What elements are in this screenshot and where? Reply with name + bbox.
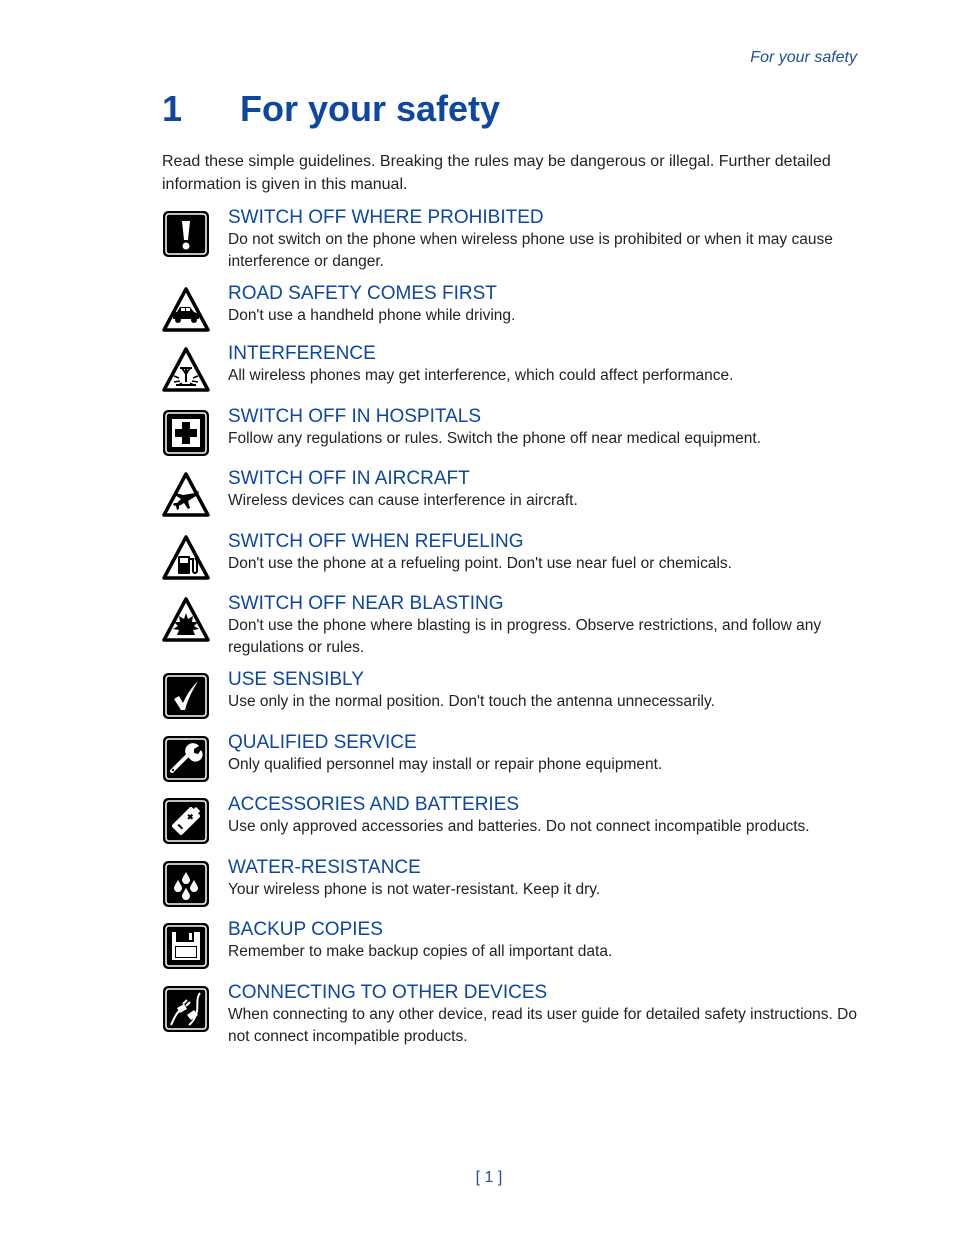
item-title: QUALIFIED SERVICE [228, 732, 417, 753]
chapter-number: 1 [162, 88, 183, 129]
item-description: Remember to make backup copies of all im… [228, 943, 613, 960]
blasting-warning-icon [162, 596, 210, 644]
car-warning-icon [162, 286, 210, 334]
wrench-icon [162, 735, 210, 783]
item-description: Wireless devices can cause interference … [228, 492, 578, 509]
item-title: INTERFERENCE [228, 343, 376, 364]
item-title: USE SENSIBLY [228, 669, 364, 690]
item-title: SWITCH OFF WHEN REFUELING [228, 531, 524, 552]
item-description: Don't use the phone where blasting is in… [228, 617, 822, 656]
item-description: Do not switch on the phone when wireless… [228, 231, 833, 270]
item-description: Don't use a handheld phone while driving… [228, 307, 516, 324]
item-title: ROAD SAFETY COMES FIRST [228, 283, 497, 304]
item-title: SWITCH OFF IN HOSPITALS [228, 406, 481, 427]
item-description: All wireless phones may get interference… [228, 367, 734, 384]
item-title: ACCESSORIES AND BATTERIES [228, 794, 520, 815]
item-title: SWITCH OFF IN AIRCRAFT [228, 468, 470, 489]
running-header: For your safety [750, 49, 857, 66]
plug-connector-icon [162, 985, 210, 1033]
chapter-title-text: For your safety [240, 88, 501, 129]
exclamation-icon [162, 210, 210, 258]
battery-icon [162, 797, 210, 845]
floppy-disk-icon [162, 922, 210, 970]
chapter-title: 1 For your safety [162, 88, 500, 130]
item-title: SWITCH OFF NEAR BLASTING [228, 593, 504, 614]
intro-paragraph: Read these simple guidelines. Breaking t… [162, 153, 831, 193]
item-title: WATER-RESISTANCE [228, 857, 421, 878]
item-description: Don't use the phone at a refueling point… [228, 555, 732, 572]
item-description: When connecting to any other device, rea… [228, 1006, 857, 1045]
item-description: Follow any regulations or rules. Switch … [228, 430, 762, 447]
fuel-pump-warning-icon [162, 534, 210, 582]
medical-cross-icon [162, 409, 210, 457]
item-title: SWITCH OFF WHERE PROHIBITED [228, 207, 544, 228]
item-title: BACKUP COPIES [228, 919, 383, 940]
page-number: [ 1 ] [475, 1169, 503, 1186]
water-drops-icon [162, 860, 210, 908]
checkmark-icon [162, 672, 210, 720]
item-title: CONNECTING TO OTHER DEVICES [228, 982, 548, 1003]
item-description: Use only approved accessories and batter… [228, 818, 810, 835]
aircraft-warning-icon [162, 471, 210, 519]
item-description: Use only in the normal position. Don't t… [228, 693, 715, 710]
item-description: Your wireless phone is not water-resista… [228, 881, 601, 898]
item-description: Only qualified personnel may install or … [228, 756, 663, 773]
interference-warning-icon [162, 346, 210, 394]
